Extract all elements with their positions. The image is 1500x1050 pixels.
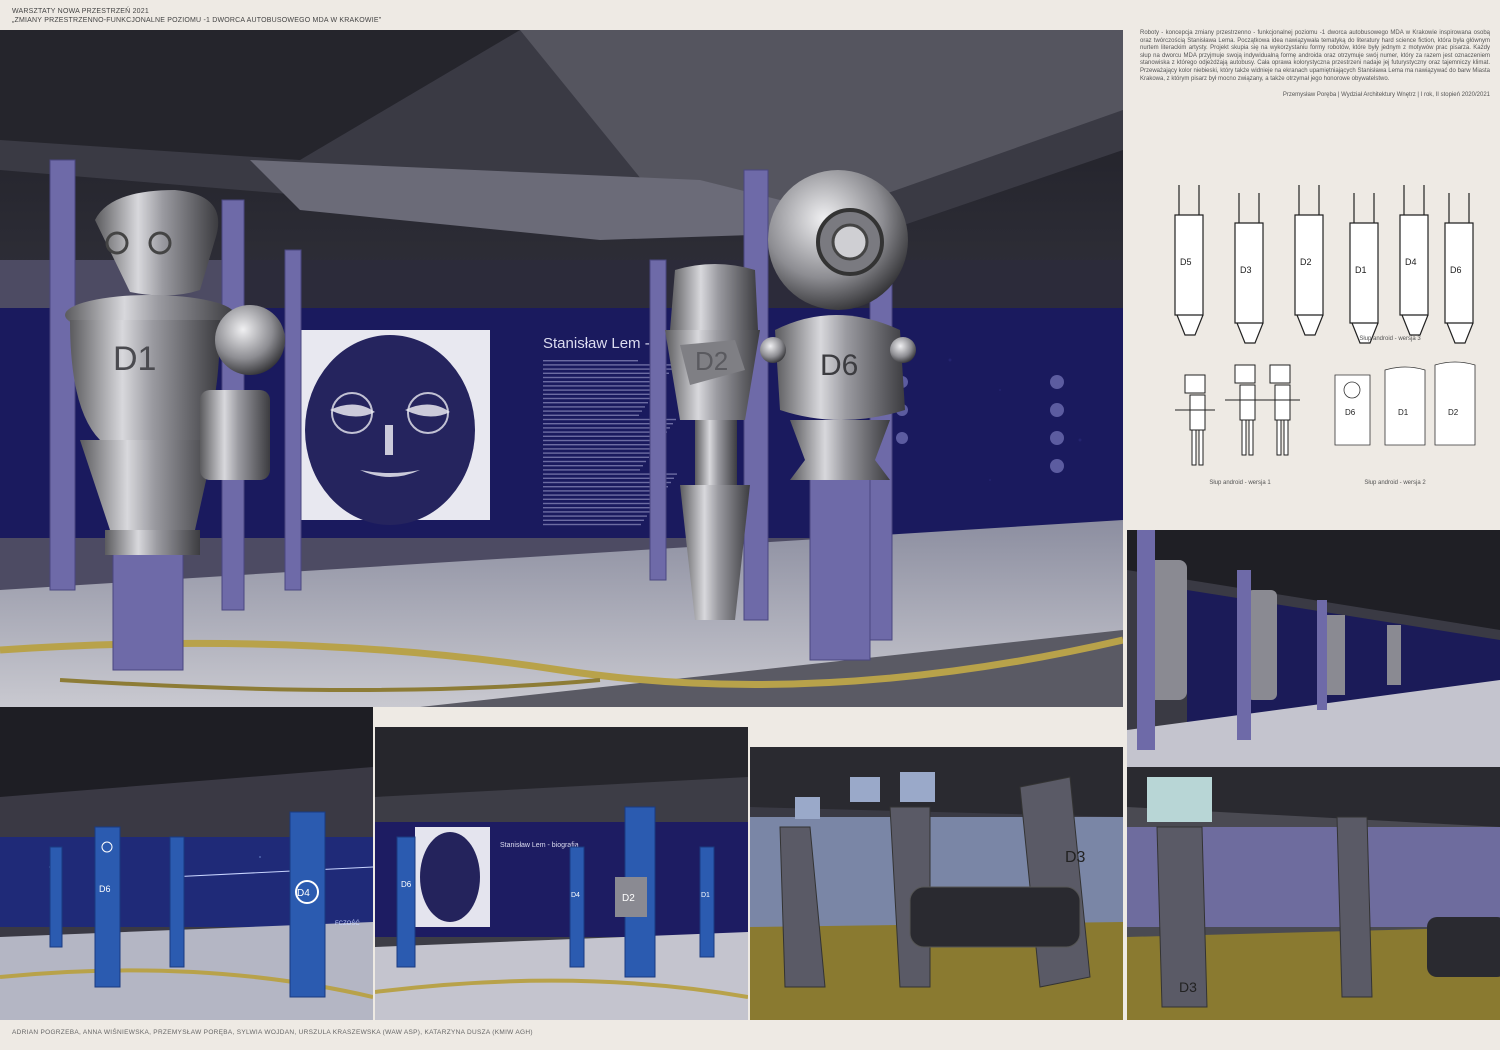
screen-text-line — [543, 414, 639, 416]
screen-text-line — [543, 381, 663, 383]
android-v3-label: D5 — [1180, 257, 1192, 267]
render-bus-platform: D3 — [1127, 767, 1500, 1020]
screen-text-line — [543, 435, 664, 437]
screen-text-line — [543, 389, 657, 391]
screen-text-line — [543, 452, 652, 454]
screen-text-line — [543, 444, 658, 446]
screen-text-line — [543, 448, 655, 450]
screen-text-line — [543, 393, 654, 395]
s2-label-d2: D2 — [622, 893, 635, 904]
screen-text-line — [543, 397, 651, 400]
screen-text-line — [543, 511, 650, 513]
screen-text-line — [543, 465, 643, 467]
render-corridor-perspective — [1127, 530, 1500, 767]
header-subtitle: „ZMIANY PRZESTRZENNO-FUNKCJONALNE POZIOM… — [12, 17, 382, 24]
screen-text-line — [543, 515, 647, 517]
screen-text-line — [543, 507, 653, 509]
android-v3-label: D2 — [1300, 257, 1312, 267]
header-title: WARSZTATY NOWA PRZESTRZEŃ 2021 — [12, 8, 149, 15]
robot-d2-label: D2 — [695, 346, 728, 376]
screen-text-line — [543, 486, 668, 488]
screen-text-line — [543, 469, 640, 471]
android-v2-label: D6 — [1345, 408, 1356, 417]
screen-text-line — [543, 402, 648, 404]
s3-label-d3: D3 — [1065, 849, 1086, 866]
s2-label-d1: D1 — [701, 892, 710, 899]
drawing-version-1 — [1175, 364, 1300, 466]
project-description: Roboty - koncepcja zmiany przestrzenno -… — [1140, 30, 1490, 82]
s1-label-d4: D4 — [297, 888, 310, 899]
render-corridor-2: Stanisław Lem - biografia D6 D4 D2 D1 — [375, 727, 748, 1020]
screen-text-line — [543, 523, 641, 526]
android-v3-label: D3 — [1240, 265, 1252, 275]
render-bus-stand: D3 — [750, 747, 1123, 1020]
screen-text-line — [543, 460, 646, 463]
s2-label-d4: D4 — [571, 892, 580, 899]
caption-v3: Słup android - wersja 3 — [1359, 336, 1421, 342]
screen-text-line — [543, 410, 642, 412]
screen-text-line — [543, 498, 659, 500]
drawing-version-2 — [1334, 361, 1476, 446]
screen-text-line — [543, 439, 661, 442]
poster-header: WARSZTATY NOWA PRZESTRZEŃ 2021 „ZMIANY P… — [12, 7, 381, 25]
screen-text-line — [543, 376, 666, 379]
android-v2-label: D2 — [1448, 408, 1459, 417]
robot-d6-label: D6 — [820, 349, 858, 382]
s2-label-d6: D6 — [401, 880, 412, 889]
screen-text-line — [543, 406, 645, 408]
caption-v2: Słup android - wersja 2 — [1364, 480, 1426, 486]
screen-text-line — [543, 502, 656, 505]
screen-text-line — [543, 519, 644, 521]
drawing-version-3: D5 D3 D2 D1 D4 D6 — [1174, 185, 1474, 344]
android-v3-label: D4 — [1405, 257, 1417, 267]
s2-screen-title: Stanisław Lem - biografia — [500, 842, 579, 849]
r2-label-d3: D3 — [1179, 979, 1197, 995]
screen-title: Stanisław Lem - b — [543, 335, 662, 352]
screen-text-line — [543, 494, 662, 496]
author-credit: Przemysław Poręba | Wydział Architektury… — [1282, 92, 1490, 98]
android-v3-label: D1 — [1355, 265, 1367, 275]
s1-label-d6: D6 — [99, 884, 111, 894]
android-v2-label: D1 — [1398, 408, 1409, 417]
screen-text-line — [543, 385, 660, 387]
authors-footer: ADRIAN POGRZEBA, ANNA WIŚNIEWSKA, PRZEMY… — [12, 1029, 533, 1036]
caption-v1: Słup android - wersja 1 — [1209, 480, 1271, 486]
android-drawings: D5 D3 D2 D1 D4 D6 D6 D1 D2 — [1140, 165, 1495, 495]
screen-text-line — [543, 490, 665, 492]
main-render: Stanisław Lem - b D1 D2 D6 — [0, 30, 1123, 707]
screen-text-line — [543, 431, 667, 433]
screen-text-line — [543, 456, 649, 458]
robot-d1-label: D1 — [113, 340, 156, 378]
render-corridor-1: D6 D4 FCZOŚĆ — [0, 707, 373, 1020]
s1-word: FCZOŚĆ — [335, 919, 360, 927]
screen-text-line — [543, 360, 638, 362]
android-v3-label: D6 — [1450, 265, 1462, 275]
